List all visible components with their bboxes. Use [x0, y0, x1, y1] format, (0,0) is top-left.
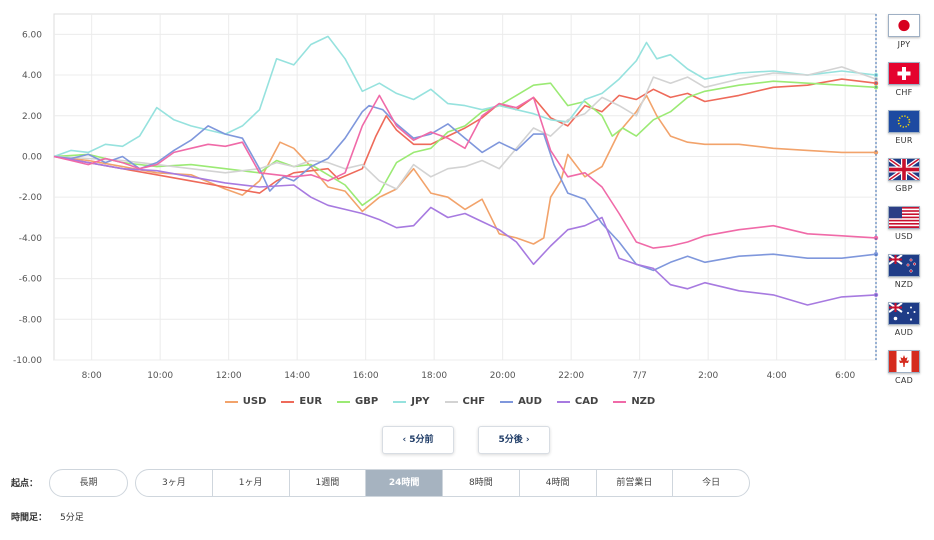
y-tick-label: 4.00 [22, 71, 42, 81]
x-axis: 8:00 10:00 12:00 14:00 16:00 18:00 20:00 22:00 7… [82, 371, 856, 381]
flag-cad[interactable]: CAD [884, 350, 924, 390]
timeframe-value[interactable]: 5分足 [60, 510, 84, 523]
y-tick-label: -10.00 [13, 356, 42, 366]
period-option-button[interactable]: 1週間 [290, 470, 367, 496]
legend-item-eur[interactable]: EUR [281, 396, 322, 407]
flag-jpy[interactable]: JPY [884, 14, 924, 54]
legend-item-usd[interactable]: USD [224, 396, 267, 407]
legend-item-chf[interactable]: CHF [444, 396, 486, 407]
legend-item-nzd[interactable]: NZD [613, 396, 655, 407]
y-axis: 6.00 4.00 2.00 0.00 -2.00 -4.00 -6.00 -8.00 -10.… [13, 30, 42, 366]
start-point-label: 起点： [11, 479, 39, 489]
legend-label: JPY [411, 396, 430, 407]
period-option-button[interactable]: 前営業日 [597, 470, 674, 496]
x-tick-label: 8:00 [82, 371, 102, 381]
legend-item-gbp[interactable]: GBP [337, 396, 378, 407]
legend-label: USD [242, 396, 267, 407]
period-option-button[interactable]: 3ヶ月 [136, 470, 213, 496]
x-tick-label: 2:00 [698, 371, 718, 381]
legend-label: GBP [355, 396, 379, 407]
y-tick-label: -6.00 [19, 275, 43, 285]
flag-label: NZD [894, 280, 914, 289]
nz-flag-icon [888, 254, 920, 277]
legend-swatch [281, 400, 295, 403]
period-option-button[interactable]: 1ヶ月 [213, 470, 290, 496]
legend-label: EUR [299, 396, 323, 407]
au-flag-icon [888, 302, 920, 325]
flag-label: AUD [894, 328, 914, 337]
legend-swatch [500, 400, 514, 403]
legend-swatch [613, 400, 627, 403]
flag-label: EUR [895, 136, 913, 145]
legend-label: CAD [574, 396, 599, 407]
legend-swatch [444, 400, 458, 403]
x-tick-label: 22:00 [558, 371, 584, 381]
us-flag-icon [888, 206, 920, 229]
x-tick-label: 10:00 [147, 371, 173, 381]
period-option-button[interactable]: 8時間 [443, 470, 520, 496]
flag-gbp[interactable]: GBP [884, 158, 924, 198]
chart-legend: USD EUR GBP JPY CHF AUD CAD NZD [0, 396, 880, 407]
y-tick-label: 0.00 [22, 152, 42, 162]
y-tick-label: 2.00 [22, 112, 42, 122]
legend-swatch [337, 400, 351, 403]
legend-label: NZD [631, 396, 656, 407]
x-tick-label: 12:00 [216, 371, 242, 381]
period-long-term-button[interactable]: 長期 [49, 469, 128, 497]
timeframe-label: 時間足： [11, 513, 48, 523]
prev-5min-button[interactable]: ‹ 5分前 [382, 426, 454, 454]
flag-label: USD [895, 232, 913, 241]
period-button-group: 3ヶ月 1ヶ月 1週間 24時間 8時間 4時間 前営業日 今日 [135, 469, 750, 497]
flag-aud[interactable]: AUD [884, 302, 924, 342]
legend-item-cad[interactable]: CAD [556, 396, 599, 407]
x-tick-label: 20:00 [490, 371, 516, 381]
y-tick-label: -8.00 [19, 315, 43, 325]
period-option-button[interactable]: 4時間 [520, 470, 597, 496]
x-tick-label: 4:00 [767, 371, 787, 381]
flag-usd[interactable]: USD [884, 206, 924, 246]
flag-chf[interactable]: CHF [884, 62, 924, 102]
canada-flag-icon [888, 350, 920, 373]
legend-item-jpy[interactable]: JPY [393, 396, 430, 407]
legend-item-aud[interactable]: AUD [500, 396, 542, 407]
next-5min-button[interactable]: 5分後 › [478, 426, 550, 454]
x-tick-label: 6:00 [835, 371, 855, 381]
flag-label: CAD [894, 376, 914, 385]
legend-swatch [224, 400, 238, 403]
strength-chart: 6.00 4.00 2.00 0.00 -2.00 -4.00 -6.00 -8.00 -10.… [13, 13, 879, 381]
eu-flag-icon [888, 110, 920, 133]
period-option-button[interactable]: 24時間 [366, 470, 443, 496]
y-tick-label: 6.00 [22, 30, 42, 40]
legend-label: CHF [462, 396, 486, 407]
x-tick-label: 18:00 [421, 371, 447, 381]
legend-swatch [393, 400, 407, 403]
y-tick-label: -4.00 [19, 234, 43, 244]
plot-area [53, 13, 877, 361]
legend-swatch [556, 400, 570, 403]
x-tick-label: 14:00 [284, 371, 310, 381]
legend-label: AUD [518, 396, 542, 407]
flag-label: GBP [895, 184, 913, 193]
japan-flag-icon [888, 14, 920, 37]
flag-label: JPY [897, 40, 911, 49]
flag-label: CHF [895, 88, 913, 97]
flag-nzd[interactable]: NZD [884, 254, 924, 294]
swiss-flag-icon [888, 62, 920, 85]
flag-eur[interactable]: EUR [884, 110, 924, 150]
period-option-button[interactable]: 今日 [673, 470, 749, 496]
y-tick-label: -2.00 [19, 193, 43, 203]
uk-flag-icon [888, 158, 920, 181]
x-tick-label: 7/7 [632, 371, 646, 381]
x-tick-label: 16:00 [353, 371, 379, 381]
